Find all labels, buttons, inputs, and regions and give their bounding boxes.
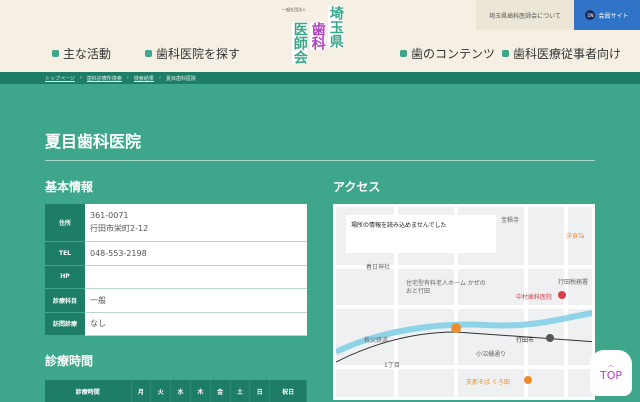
col-header: 祝日 (269, 380, 307, 402)
map-label: 中村歯科医院 (516, 294, 553, 301)
map[interactable]: 場所の情報を読み込めませんでした 宝積寺 春日神社 住宅型有料老人ホーム かぜの… (333, 204, 595, 400)
nav-label: 主な活動 (63, 47, 112, 61)
row-label: TEL (45, 241, 85, 266)
row-value: なし (85, 312, 307, 336)
col-header: 診療時間 (45, 380, 132, 402)
nav-find-clinic[interactable]: 歯科医院を探す (145, 45, 240, 62)
nav-label: 歯科医院を探す (156, 47, 241, 61)
logo-text: 埼玉県 (327, 6, 344, 48)
basic-info-heading: 基本情報 (45, 180, 94, 194)
map-label: 支那そば くろ田 (466, 379, 510, 386)
map-label: 行田市 (516, 337, 535, 344)
map-label: 春日神社 (366, 264, 391, 271)
map-label: 宝積寺 (501, 217, 520, 224)
chevron-icon: › (126, 75, 129, 81)
bullet-icon (52, 50, 59, 57)
member-label: 会員サイト (598, 12, 629, 20)
table-row: 住所 361-0071 行田市栄町2-12 (45, 204, 307, 242)
table-row: 訪問診療 なし (45, 312, 307, 336)
col-header: 火 (150, 380, 172, 402)
access-heading: アクセス (333, 180, 381, 194)
breadcrumb-link[interactable]: トップページ (45, 75, 75, 82)
chevron-icon: › (79, 75, 82, 81)
nav-contents[interactable]: 歯のコンテンツ (400, 45, 495, 62)
col-header: 金 (210, 380, 231, 402)
basic-info-table: 住所 361-0071 行田市栄町2-12 TEL 048-553-2198 HP 診… (45, 204, 307, 336)
logo-text: 医師会 (291, 22, 308, 64)
hours-heading: 診療時間 (45, 354, 94, 368)
site-header: 主な活動 歯科医院を探す 一般社団法人 医師会 歯科 埼玉県 歯のコンテンツ 歯… (0, 0, 640, 72)
logo-sub: 一般社団法人 (282, 7, 306, 12)
postal-code: 361-0071 (90, 211, 129, 221)
map-label: 1丁目 (384, 362, 400, 369)
hours-table: 診療時間 月 火 水 木 金 土 日 祝日 (45, 380, 307, 402)
breadcrumb-current: 夏目歯科医院 (165, 75, 196, 82)
row-label: HP (45, 265, 85, 289)
about-link[interactable]: 埼玉県歯科医師会について (476, 0, 574, 30)
table-row: TEL 048-553-2198 (45, 241, 307, 266)
nav-label: 歯科医療従事者向け (513, 47, 622, 61)
table-row: 診療科目 一般 (45, 288, 307, 313)
row-value: 一般 (85, 288, 307, 313)
back-to-top-button[interactable]: ︿ TOP (590, 350, 632, 396)
divider (45, 160, 595, 161)
col-header: 木 (190, 380, 211, 402)
table-header-row: 診療時間 月 火 水 木 金 土 日 祝日 (45, 380, 307, 402)
row-value: 048-553-2198 (85, 241, 307, 266)
col-header: 水 (170, 380, 191, 402)
col-header: 月 (131, 380, 152, 402)
address: 行田市栄町2-12 (90, 224, 149, 234)
breadcrumb-link[interactable]: 歯科診療所検索 (87, 75, 122, 82)
table-row: HP (45, 265, 307, 289)
nav-activities[interactable]: 主な活動 (52, 45, 111, 62)
chevron-icon: › (158, 75, 161, 81)
member-site-button[interactable]: DN 会員サイト (574, 0, 640, 30)
bullet-icon (400, 50, 407, 57)
row-label: 診療科目 (45, 288, 85, 313)
col-header: 日 (249, 380, 271, 402)
map-label: 行田税務署 (558, 279, 589, 286)
row-value: 361-0071 行田市栄町2-12 (85, 204, 307, 242)
breadcrumb: トップページ › 歯科診療所検索 › 検索結果 › 夏目歯科医院 (0, 72, 640, 84)
row-label: 住所 (45, 204, 85, 242)
member-icon: DN (585, 10, 596, 20)
chevron-up-icon: ︿ (607, 362, 614, 369)
breadcrumb-link[interactable]: 検索結果 (134, 75, 154, 82)
map-error-message: 場所の情報を読み込めませんでした (346, 215, 496, 253)
map-label: 住宅型有料老人ホーム かぜのおと行田 (406, 280, 486, 295)
map-label: 秩父鉄道 (364, 337, 389, 344)
map-label: 小沼樋通り (476, 351, 507, 358)
logo[interactable]: 一般社団法人 医師会 歯科 埼玉県 (282, 4, 352, 66)
nav-label: 歯のコンテンツ (411, 47, 496, 61)
bullet-icon (502, 50, 509, 57)
row-label: 訪問診療 (45, 312, 85, 336)
col-header: 土 (230, 380, 251, 402)
top-label: TOP (599, 369, 622, 382)
logo-text: 歯科 (309, 22, 326, 50)
map-label: 洋食Ta (566, 233, 585, 240)
bullet-icon (145, 50, 152, 57)
page-title: 夏目歯科医院 (45, 132, 142, 151)
nav-professionals[interactable]: 歯科医療従事者向け (502, 45, 621, 62)
row-value (85, 265, 307, 289)
